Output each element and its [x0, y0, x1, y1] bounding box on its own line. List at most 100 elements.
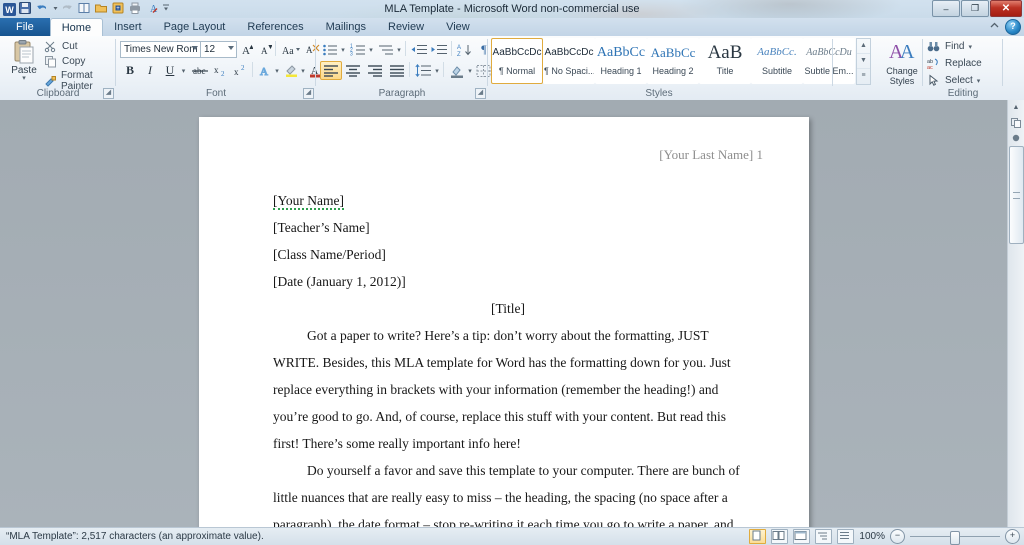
new-document-icon[interactable]: + [111, 1, 127, 17]
full-screen-reading-view-button[interactable] [771, 529, 788, 544]
zoom-slider[interactable] [910, 530, 1000, 543]
style-normal[interactable]: AaBbCcDc ¶ Normal [491, 38, 543, 84]
scrollbar-thumb[interactable] [1009, 146, 1024, 244]
select-browse-object-button[interactable] [1008, 130, 1024, 145]
select-dropdown-icon[interactable]: ▾ [977, 77, 981, 85]
zoom-out-button[interactable]: − [890, 529, 905, 544]
styles-gallery-scrollbar[interactable]: ▲ ▼ ≡ [856, 38, 871, 85]
cut-button[interactable]: Cut [44, 40, 78, 53]
align-center-button[interactable] [342, 61, 364, 80]
font-dialog-launcher[interactable]: ◢ [303, 88, 314, 99]
quick-print-icon[interactable] [128, 1, 144, 17]
numbering-dropdown-icon[interactable]: ▾ [366, 40, 376, 59]
save-icon[interactable] [18, 1, 34, 17]
quick-access-toolbar[interactable]: W + [2, 1, 170, 17]
tab-view[interactable]: View [435, 18, 481, 36]
close-button[interactable]: ✕ [990, 0, 1022, 17]
print-layout-view-button[interactable] [749, 529, 766, 544]
outline-view-button[interactable] [815, 529, 832, 544]
undo-icon[interactable] [35, 1, 51, 17]
shading-button[interactable] [447, 61, 467, 80]
select-button[interactable]: Select ▾ [927, 74, 980, 87]
strikethrough-button[interactable]: abc [189, 61, 211, 80]
tab-home[interactable]: Home [50, 18, 103, 37]
zoom-in-button[interactable]: + [1005, 529, 1020, 544]
align-left-button[interactable] [320, 61, 342, 80]
minimize-button[interactable]: – [932, 0, 960, 17]
draft-view-button[interactable] [837, 529, 854, 544]
styles-scroll-up-button[interactable]: ▲ [857, 39, 870, 54]
help-icon[interactable]: ? [1005, 19, 1021, 35]
open-icon[interactable] [94, 1, 110, 17]
document-canvas[interactable]: [Your Last Name] 1 [Your Name] [Teacher’… [0, 100, 1008, 528]
change-case-button[interactable]: Aa [279, 40, 303, 59]
style-title[interactable]: AaB Title [699, 38, 751, 84]
numbering-button[interactable]: 123 [348, 40, 368, 59]
replace-button[interactable]: abac Replace [927, 57, 982, 70]
tab-references[interactable]: References [236, 18, 314, 36]
multilevel-list-dropdown-icon[interactable]: ▾ [394, 40, 404, 59]
grow-font-button[interactable]: A▲ [236, 40, 255, 59]
spelling-check-icon[interactable]: A [145, 1, 161, 17]
minimize-ribbon-icon[interactable] [988, 19, 1001, 35]
undo-dropdown-icon[interactable] [52, 1, 59, 17]
font-name-input[interactable]: Times New Rom [120, 41, 201, 58]
zoom-slider-handle[interactable] [950, 531, 960, 545]
restore-button[interactable]: ❐ [961, 0, 989, 17]
styles-scroll-down-button[interactable]: ▼ [857, 54, 870, 69]
previous-page-button[interactable] [1008, 115, 1024, 130]
superscript-button[interactable]: x2 [231, 61, 251, 80]
bullets-button[interactable] [320, 40, 340, 59]
shrink-font-button[interactable]: A▼ [255, 40, 274, 59]
style-heading-2[interactable]: AaBbCc Heading 2 [647, 38, 699, 84]
style-heading-1[interactable]: AaBbCс Heading 1 [595, 38, 647, 84]
paragraph-dialog-launcher[interactable]: ◢ [475, 88, 486, 99]
tab-mailings[interactable]: Mailings [315, 18, 377, 36]
document-body[interactable]: [Your Name] [Teacher’s Name] [Class Name… [273, 187, 743, 528]
scrollbar-track[interactable] [1008, 146, 1024, 528]
find-button[interactable]: Find ▾ [927, 40, 972, 53]
window-controls[interactable]: – ❐ ✕ [932, 0, 1022, 17]
tab-file[interactable]: File [0, 18, 50, 36]
tab-insert[interactable]: Insert [103, 18, 153, 36]
find-dropdown-icon[interactable]: ▾ [968, 43, 972, 51]
page-header[interactable]: [Your Last Name] 1 [659, 147, 763, 163]
align-right-button[interactable] [364, 61, 386, 80]
change-styles-button[interactable]: AA Change Styles [881, 36, 923, 100]
line-spacing-dropdown-icon[interactable]: ▾ [432, 61, 442, 80]
subscript-button[interactable]: x2 [211, 61, 231, 80]
underline-dropdown-icon[interactable]: ▾ [178, 61, 189, 80]
style-no-spacing[interactable]: AaBbCcDc ¶ No Spaci... [543, 38, 595, 84]
font-size-dropdown-icon[interactable] [228, 46, 234, 50]
qat-dropdown-icon[interactable] [162, 1, 170, 17]
font-size-input[interactable]: 12 [200, 41, 237, 58]
clipboard-dialog-launcher[interactable]: ◢ [103, 88, 114, 99]
style-subtitle[interactable]: AaBbCc. Subtitle [751, 38, 803, 84]
web-layout-view-button[interactable] [793, 529, 810, 544]
scroll-up-button[interactable]: ▲ [1008, 100, 1024, 115]
justify-button[interactable] [386, 61, 408, 80]
underline-button[interactable]: U [160, 61, 180, 80]
paste-button[interactable]: Paste ▾ [6, 38, 42, 84]
vertical-scrollbar[interactable]: ▲ [1007, 100, 1024, 528]
tab-review[interactable]: Review [377, 18, 435, 36]
document-page[interactable]: [Your Last Name] 1 [Your Name] [Teacher’… [199, 117, 809, 528]
multilevel-list-button[interactable] [376, 40, 396, 59]
bold-button[interactable]: B [120, 61, 140, 80]
bullets-dropdown-icon[interactable]: ▾ [338, 40, 348, 59]
paste-dropdown-icon[interactable]: ▾ [6, 76, 42, 82]
text-effects-dropdown-icon[interactable]: ▾ [272, 61, 282, 80]
line-spacing-button[interactable] [413, 61, 434, 80]
increase-indent-button[interactable] [429, 40, 450, 59]
italic-button[interactable]: I [140, 61, 160, 80]
style-subtle-emphasis[interactable]: AaBbCcDu Subtle Em... [803, 38, 855, 84]
sort-button[interactable]: AZ [455, 40, 475, 59]
copy-button[interactable]: Copy [44, 55, 85, 68]
redo-icon[interactable] [60, 1, 76, 17]
tab-page-layout[interactable]: Page Layout [153, 18, 237, 36]
font-name-dropdown-icon[interactable] [192, 46, 198, 50]
print-preview-icon[interactable] [77, 1, 93, 17]
decrease-indent-button[interactable] [409, 40, 430, 59]
zoom-level[interactable]: 100% [859, 531, 885, 542]
styles-more-button[interactable]: ≡ [857, 69, 870, 83]
